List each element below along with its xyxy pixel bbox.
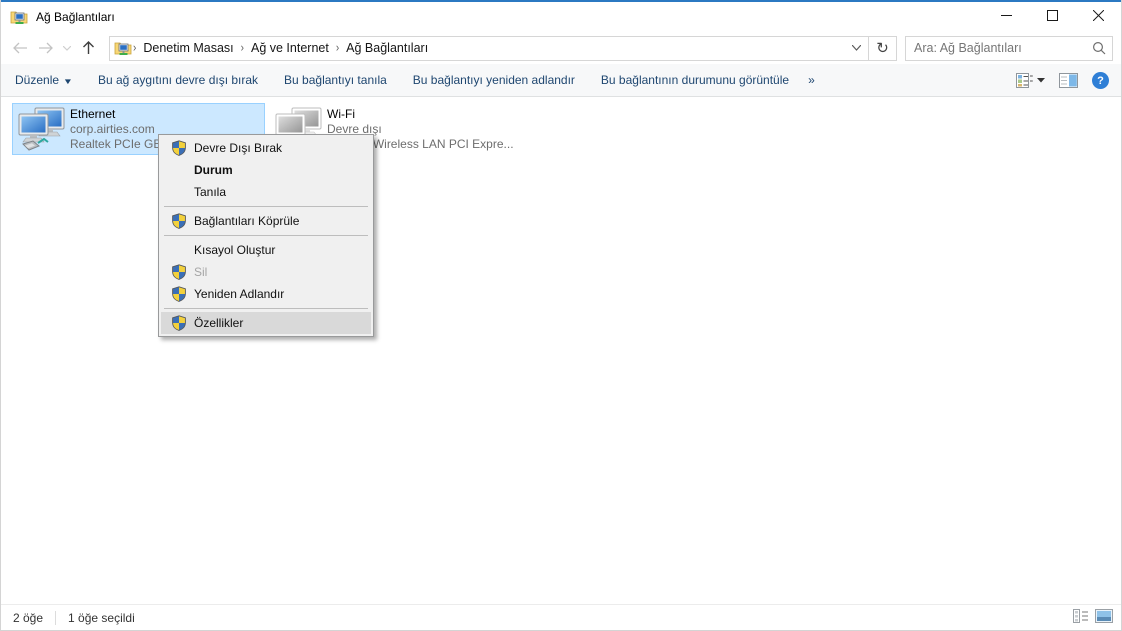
menu-item-delete[interactable]: Sil: [161, 261, 371, 283]
chevron-down-icon: [1037, 78, 1045, 83]
connection-name: Wi-Fi: [327, 107, 514, 122]
menu-separator: [164, 308, 368, 309]
menu-item-rename[interactable]: Yeniden Adlandır: [161, 283, 371, 305]
disable-device-command[interactable]: Bu ağ aygıtını devre dışı bırak: [85, 73, 271, 87]
forward-icon[interactable]: [33, 35, 59, 61]
network-folder-icon: [10, 9, 28, 25]
navigation-bar: › Denetim Masası › Ağ ve Internet › Ağ B…: [1, 32, 1121, 64]
menu-separator: [164, 206, 368, 207]
menu-item-disable[interactable]: Devre Dışı Bırak: [161, 137, 371, 159]
breadcrumb-chevron-icon: ›: [335, 41, 340, 54]
breadcrumb: › Denetim Masası › Ağ ve Internet › Ağ B…: [132, 37, 844, 60]
minimize-button[interactable]: [983, 0, 1029, 31]
maximize-button[interactable]: [1029, 0, 1075, 31]
menu-item-bridge-connections[interactable]: Bağlantıları Köprüle: [161, 210, 371, 232]
menu-item-create-shortcut[interactable]: Kısayol Oluştur: [161, 239, 371, 261]
breadcrumb-network-internet[interactable]: Ağ ve Internet: [245, 41, 335, 55]
search-input[interactable]: [906, 37, 1086, 60]
ethernet-connection-icon: [16, 107, 68, 153]
item-count: 2 öğe: [1, 611, 55, 625]
connections-list: Ethernet corp.airties.com Realtek PCIe G…: [1, 97, 1121, 604]
menu-separator: [164, 235, 368, 236]
uac-shield-icon: [164, 315, 194, 331]
organize-button[interactable]: Düzenle▼: [15, 73, 85, 87]
search-box: [905, 36, 1113, 61]
window-title: Ağ Bağlantıları: [36, 10, 115, 24]
uac-shield-icon: [164, 213, 194, 229]
breadcrumb-chevron-icon: ›: [240, 41, 245, 54]
menu-item-properties[interactable]: Özellikler: [161, 312, 371, 334]
help-button[interactable]: ?: [1092, 72, 1109, 89]
breadcrumb-chevron-icon: ›: [132, 41, 137, 54]
address-location-icon: [114, 40, 132, 56]
view-status-command[interactable]: Bu bağlantının durumunu görüntüle: [588, 73, 802, 87]
close-button[interactable]: [1075, 0, 1121, 31]
context-menu: Devre Dışı Bırak Durum Tanıla Bağlantıla…: [158, 134, 374, 337]
back-icon[interactable]: [7, 35, 33, 61]
chevron-down-icon: ▼: [63, 77, 73, 86]
breadcrumb-control-panel[interactable]: Denetim Masası: [137, 41, 239, 55]
recent-locations-chevron-icon[interactable]: [59, 35, 75, 61]
uac-shield-icon: [164, 140, 194, 156]
address-dropdown-chevron-icon[interactable]: [844, 37, 868, 60]
menu-item-status[interactable]: Durum: [161, 159, 371, 181]
search-icon[interactable]: [1086, 41, 1112, 55]
address-bar[interactable]: › Denetim Masası › Ağ ve Internet › Ağ B…: [109, 36, 897, 61]
diagnose-command[interactable]: Bu bağlantıyı tanıla: [271, 73, 400, 87]
menu-item-diagnose[interactable]: Tanıla: [161, 181, 371, 203]
preview-pane-button[interactable]: [1059, 73, 1078, 88]
refresh-icon[interactable]: ↻: [868, 37, 896, 60]
rename-connection-command[interactable]: Bu bağlantıyı yeniden adlandır: [400, 73, 588, 87]
connection-name: Ethernet: [70, 107, 263, 122]
up-icon[interactable]: [75, 35, 101, 61]
title-bar: Ağ Bağlantıları: [1, 2, 1121, 32]
change-view-button[interactable]: [1016, 73, 1045, 88]
selected-count: 1 öğe seçildi: [56, 611, 147, 625]
command-toolbar: Düzenle▼ Bu ağ aygıtını devre dışı bırak…: [1, 64, 1121, 97]
details-view-icon[interactable]: [1073, 609, 1089, 626]
status-bar: 2 öğe 1 öğe seçildi: [1, 604, 1121, 630]
uac-shield-icon: [164, 286, 194, 302]
network-connections-window: Ağ Bağlantıları: [0, 0, 1122, 631]
breadcrumb-network-connections[interactable]: Ağ Bağlantıları: [340, 41, 434, 55]
uac-shield-icon: [164, 264, 194, 280]
thumbnail-view-icon[interactable]: [1095, 609, 1113, 626]
toolbar-overflow-chevrons[interactable]: »: [802, 73, 821, 87]
